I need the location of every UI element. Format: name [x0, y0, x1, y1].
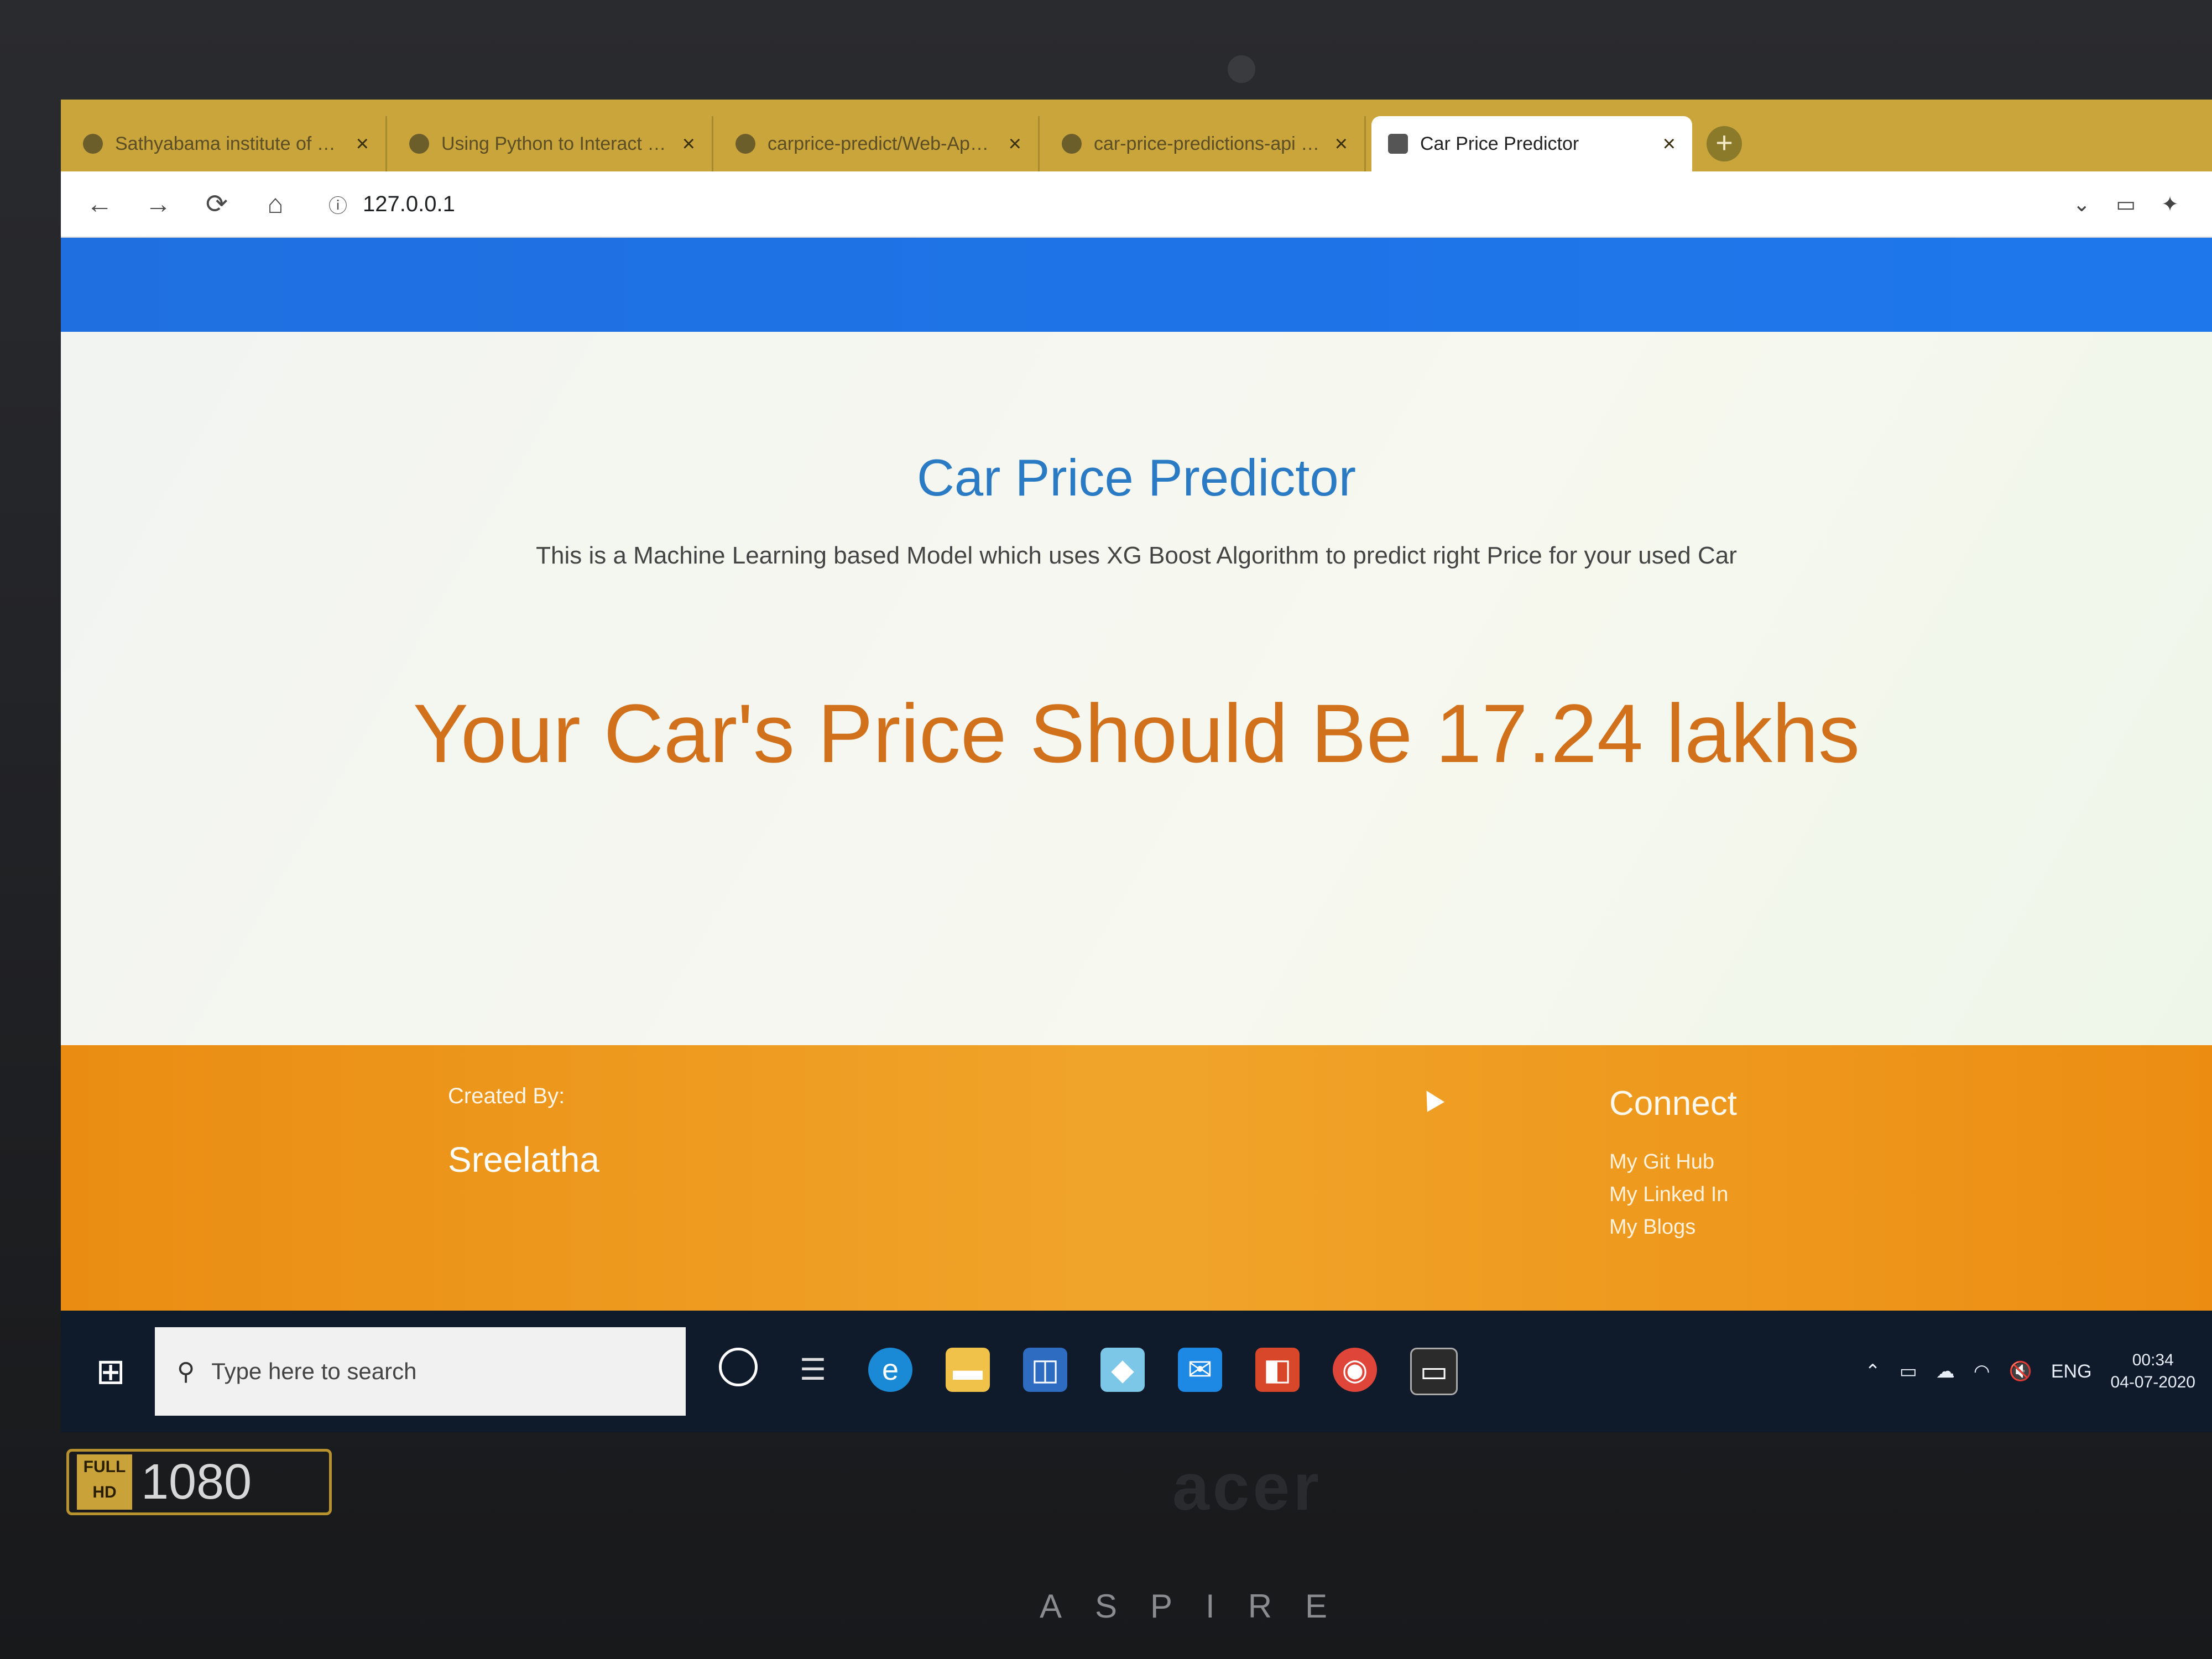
tab-title: Car Price Predictor [1420, 133, 1579, 154]
tab-github-carprice[interactable]: carprice-predict/Web-App-Car-P × [719, 116, 1040, 171]
browser-toolbar: ← → ⟳ ⌂ ⓘ 127.0.0.1 ⌄ ▭ ✦ [61, 171, 2212, 238]
notes-app-icon[interactable]: ◆ [1100, 1348, 1145, 1392]
tab-title: carprice-predict/Web-App-Car-P [768, 133, 997, 154]
task-view-icon[interactable]: ☰ [791, 1348, 835, 1392]
mail-icon[interactable]: ✉ [1178, 1348, 1222, 1392]
tab-favicon-icon [83, 134, 103, 154]
cortana-icon[interactable] [719, 1348, 758, 1386]
tab-close-icon[interactable]: × [1009, 132, 1021, 156]
url-text: 127.0.0.1 [363, 191, 455, 216]
connect-heading: Connect [1609, 1084, 1737, 1123]
toolbar-extensions: ⌄ ▭ ✦ [2073, 192, 2212, 217]
full-hd-sticker: FULL HD 1080 [66, 1449, 332, 1515]
model-name: ASPIRE [1040, 1588, 1361, 1625]
tab-close-icon[interactable]: × [1663, 132, 1676, 156]
github-icon [735, 134, 755, 154]
tab-car-price-predictor[interactable]: Car Price Predictor × [1371, 116, 1692, 171]
screen: Sathyabama institute of Science × Using … [61, 100, 2212, 1432]
clock[interactable]: 00:34 04-07-2020 [2111, 1351, 2195, 1392]
chrome-icon[interactable]: ◉ [1333, 1348, 1377, 1392]
resolution-label: 1080 [141, 1454, 252, 1510]
tab-close-icon[interactable]: × [1335, 132, 1348, 156]
prediction-result: Your Car's Price Should Be 17.24 lakhs [413, 687, 1860, 780]
new-tab-button[interactable]: + [1707, 126, 1742, 161]
tab-close-icon[interactable]: × [682, 132, 695, 156]
tab-python-interact[interactable]: Using Python to Interact with the × [393, 116, 713, 171]
windows-taskbar: ⊞ ⚲ Type here to search ☰ e ▬ ◫ ◆ ✉ ◧ ◉ … [61, 1311, 2212, 1432]
blogs-link[interactable]: My Blogs [1609, 1215, 1728, 1239]
created-by-label: Created By: [448, 1084, 565, 1108]
tab-favicon-icon [409, 134, 429, 154]
tab-strip: Sathyabama institute of Science × Using … [61, 100, 2212, 171]
wifi-icon[interactable]: ◠ [1974, 1360, 1990, 1383]
system-tray: ⌃ ▭ ☁ ◠ 🔇 ENG 00:34 04-07-2020 [1865, 1351, 2195, 1392]
extensions-puzzle-icon[interactable]: ✦ [2161, 192, 2179, 217]
webcam [1228, 55, 1255, 83]
clock-time: 00:34 [2132, 1351, 2174, 1369]
tab-search-chevron-icon[interactable]: ⌄ [2073, 192, 2090, 217]
heroku-icon [1062, 134, 1082, 154]
page-title: Car Price Predictor [917, 448, 1356, 507]
terminal-icon[interactable]: ▭ [1410, 1348, 1458, 1395]
footer: Created By: Sreelatha Connect My Git Hub… [61, 1045, 2212, 1311]
volume-muted-icon[interactable]: 🔇 [2009, 1360, 2032, 1383]
author-name: Sreelatha [448, 1140, 599, 1180]
onedrive-cloud-icon[interactable]: ☁ [1936, 1360, 1955, 1383]
search-placeholder: Type here to search [211, 1358, 417, 1384]
web-page: Car Price Predictor This is a Machine Le… [61, 238, 2212, 1432]
tab-title: Using Python to Interact with the [441, 133, 670, 154]
cast-icon[interactable]: ▭ [2116, 192, 2136, 217]
connect-links: My Git Hub My Linked In My Blogs [1609, 1150, 1728, 1239]
reload-icon[interactable]: ⟳ [200, 189, 233, 220]
page-favicon-icon [1388, 134, 1408, 154]
tab-title: car-price-predictions-api · GitHub [1094, 133, 1323, 154]
tray-chevron-icon[interactable]: ⌃ [1865, 1360, 1881, 1383]
mouse-cursor-icon [1417, 1086, 1445, 1112]
tab-sathyabama[interactable]: Sathyabama institute of Science × [66, 116, 387, 171]
battery-icon[interactable]: ▭ [1900, 1360, 1917, 1383]
full-hd-label: FULL HD [77, 1454, 132, 1510]
page-subtitle: This is a Machine Learning based Model w… [536, 542, 1737, 569]
linkedin-link[interactable]: My Linked In [1609, 1183, 1728, 1207]
taskbar-apps: ☰ e ▬ ◫ ◆ ✉ ◧ ◉ ▭ [719, 1348, 1458, 1395]
taskbar-search-box[interactable]: ⚲ Type here to search [155, 1327, 686, 1416]
language-indicator[interactable]: ENG [2051, 1361, 2092, 1383]
tab-title: Sathyabama institute of Science [115, 133, 344, 154]
hero-section: Car Price Predictor This is a Machine Le… [61, 332, 2212, 1045]
windows-start-icon[interactable]: ⊞ [77, 1351, 144, 1392]
site-info-icon[interactable]: ⓘ [328, 191, 347, 218]
home-icon[interactable]: ⌂ [259, 189, 292, 220]
clock-date: 04-07-2020 [2110, 1373, 2195, 1391]
office-icon[interactable]: ◧ [1255, 1348, 1300, 1392]
search-icon: ⚲ [177, 1358, 195, 1385]
brand-logo: acer [1172, 1450, 1322, 1524]
laptop-bezel: Sathyabama institute of Science × Using … [0, 0, 2212, 1659]
back-arrow-icon[interactable]: ← [83, 189, 116, 220]
store-icon[interactable]: ◫ [1023, 1348, 1067, 1392]
tab-heroku-api[interactable]: car-price-predictions-api · GitHub × [1045, 116, 1366, 171]
navbar [61, 238, 2212, 332]
address-bar[interactable]: ⓘ 127.0.0.1 [328, 191, 455, 218]
tab-close-icon[interactable]: × [356, 132, 369, 156]
forward-arrow-icon[interactable]: → [142, 189, 175, 220]
file-explorer-icon[interactable]: ▬ [946, 1348, 990, 1392]
github-link[interactable]: My Git Hub [1609, 1150, 1728, 1174]
edge-icon[interactable]: e [868, 1348, 912, 1392]
